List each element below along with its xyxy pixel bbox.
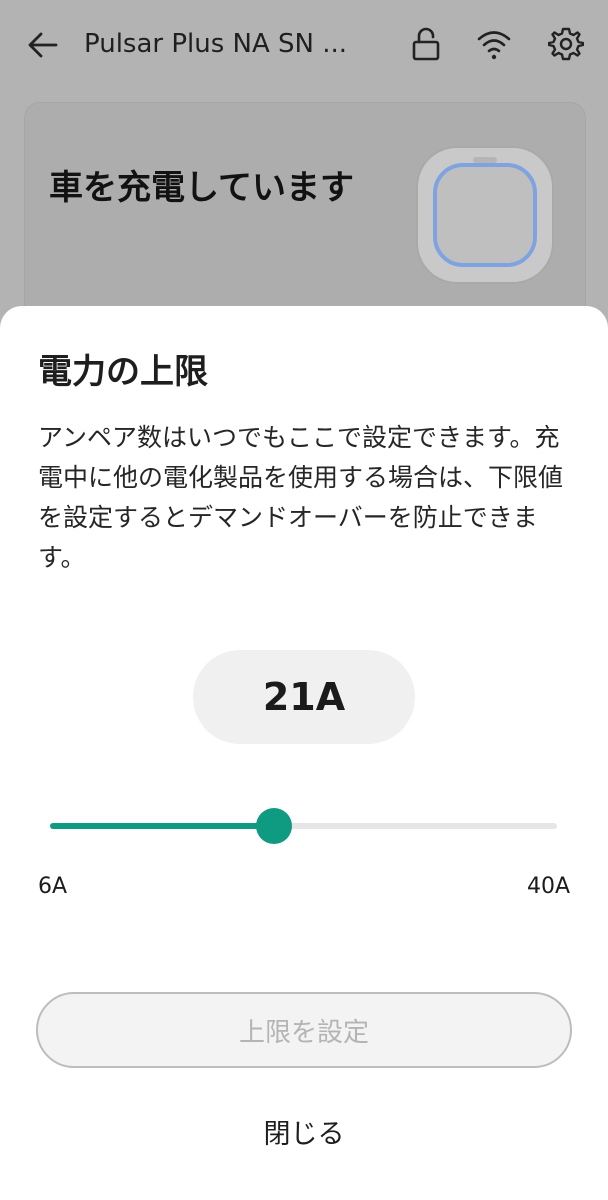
arrow-left-icon[interactable] xyxy=(26,28,60,62)
power-limit-sheet: 電力の上限 アンペア数はいつでもここで設定できます。充電中に他の電化製品を使用す… xyxy=(0,306,608,1200)
slider-max-label: 40A xyxy=(526,874,570,899)
current-amperage-value: 21A xyxy=(193,650,415,744)
app-bar: Pulsar Plus NA SN ... xyxy=(0,0,608,90)
gear-icon[interactable] xyxy=(548,26,584,62)
device-title: Pulsar Plus NA SN ... xyxy=(84,29,348,59)
sheet-description: アンペア数はいつでもここで設定できます。充電中に他の電化製品を使用する場合は、下… xyxy=(38,423,564,572)
amperage-slider[interactable] xyxy=(50,806,557,846)
screen: Pulsar Plus NA SN ... 車を充電しています 電力の上限 アン… xyxy=(0,0,608,1200)
slider-fill xyxy=(50,823,274,829)
sheet-title: 電力の上限 xyxy=(38,352,208,392)
set-limit-button[interactable]: 上限を設定 xyxy=(36,992,572,1068)
lock-icon[interactable] xyxy=(408,26,444,62)
slider-thumb[interactable] xyxy=(256,808,292,844)
wifi-icon[interactable] xyxy=(476,26,512,62)
charger-device-icon xyxy=(416,146,554,284)
charging-status-text: 車を充電しています xyxy=(49,168,354,208)
slider-min-label: 6A xyxy=(38,874,68,899)
close-button[interactable]: 閉じる xyxy=(204,1106,404,1156)
